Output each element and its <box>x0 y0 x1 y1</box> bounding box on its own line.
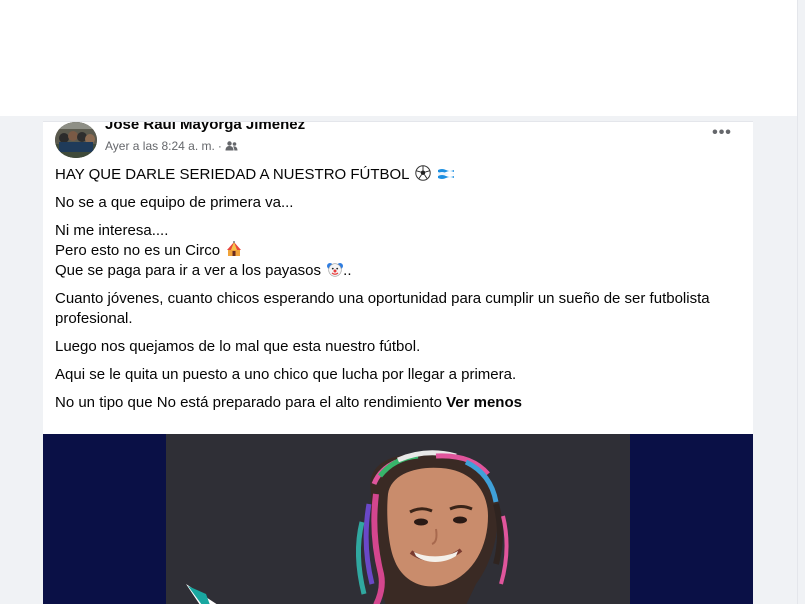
post-paragraph: Luego nos quejamos de lo mal que esta nu… <box>55 337 745 357</box>
avatar[interactable] <box>55 122 97 158</box>
post-line: Que se paga para ir a ver a los payasos … <box>55 261 745 281</box>
see-less-link[interactable]: Ver menos <box>446 394 522 411</box>
facebook-feed-page: José Raúl Mayorga Jiménez Ayer a las 8:2… <box>0 0 805 604</box>
post-line: HAY QUE DARLE SERIEDAD A NUESTRO FÚTBOL <box>55 166 409 183</box>
post-line: No se a que equipo de primera va... <box>55 194 294 211</box>
post-line-text: .. <box>343 262 352 279</box>
post-timestamp[interactable]: Ayer a las 8:24 a. m. <box>105 139 215 153</box>
post-paragraph: No un tipo que No está preparado para el… <box>55 393 745 413</box>
post-meta: Ayer a las 8:24 a. m. · <box>105 139 238 153</box>
post-text: HAY QUE DARLE SERIEDAD A NUESTRO FÚTBOL <box>55 165 745 421</box>
post-line: Ni me interesa.... <box>55 222 169 239</box>
post-line: Pero esto no es un Circo <box>55 241 745 261</box>
soccer-ball-icon <box>415 165 431 181</box>
post-paragraph: HAY QUE DARLE SERIEDAD A NUESTRO FÚTBOL <box>55 165 745 185</box>
friends-icon[interactable] <box>225 141 238 151</box>
post-card: José Raúl Mayorga Jiménez Ayer a las 8:2… <box>43 121 753 604</box>
post-line-text: Pero esto no es un Circo <box>55 242 221 259</box>
clown-face-icon <box>327 261 344 277</box>
post-paragraph: Ni me interesa.... Pero esto no es un Ci… <box>55 221 745 281</box>
post-line-text: Que se paga para ir a ver a los payasos <box>55 262 321 279</box>
post-paragraph: No se a que equipo de primera va... <box>55 193 745 213</box>
author-name[interactable]: José Raúl Mayorga Jiménez <box>105 122 305 133</box>
post-photo[interactable] <box>43 434 753 604</box>
post-header: José Raúl Mayorga Jiménez Ayer a las 8:2… <box>43 122 753 162</box>
post-line: Luego nos quejamos de lo mal que esta nu… <box>55 338 421 355</box>
meta-separator: · <box>217 139 222 153</box>
post-options-button[interactable]: ••• <box>707 123 737 143</box>
post-line: No un tipo que No está preparado para el… <box>55 394 442 411</box>
honduras-flag-icon <box>437 167 455 181</box>
post-line: Aqui se le quita un puesto a uno chico q… <box>55 366 517 383</box>
post-line: Cuanto jóvenes, cuanto chicos esperando … <box>55 290 710 327</box>
scrollbar[interactable] <box>797 0 805 604</box>
post-paragraph: Cuanto jóvenes, cuanto chicos esperando … <box>55 289 745 329</box>
photo-person <box>166 434 630 604</box>
circus-tent-icon <box>226 241 242 257</box>
post-paragraph: Aqui se le quita un puesto a uno chico q… <box>55 365 745 385</box>
